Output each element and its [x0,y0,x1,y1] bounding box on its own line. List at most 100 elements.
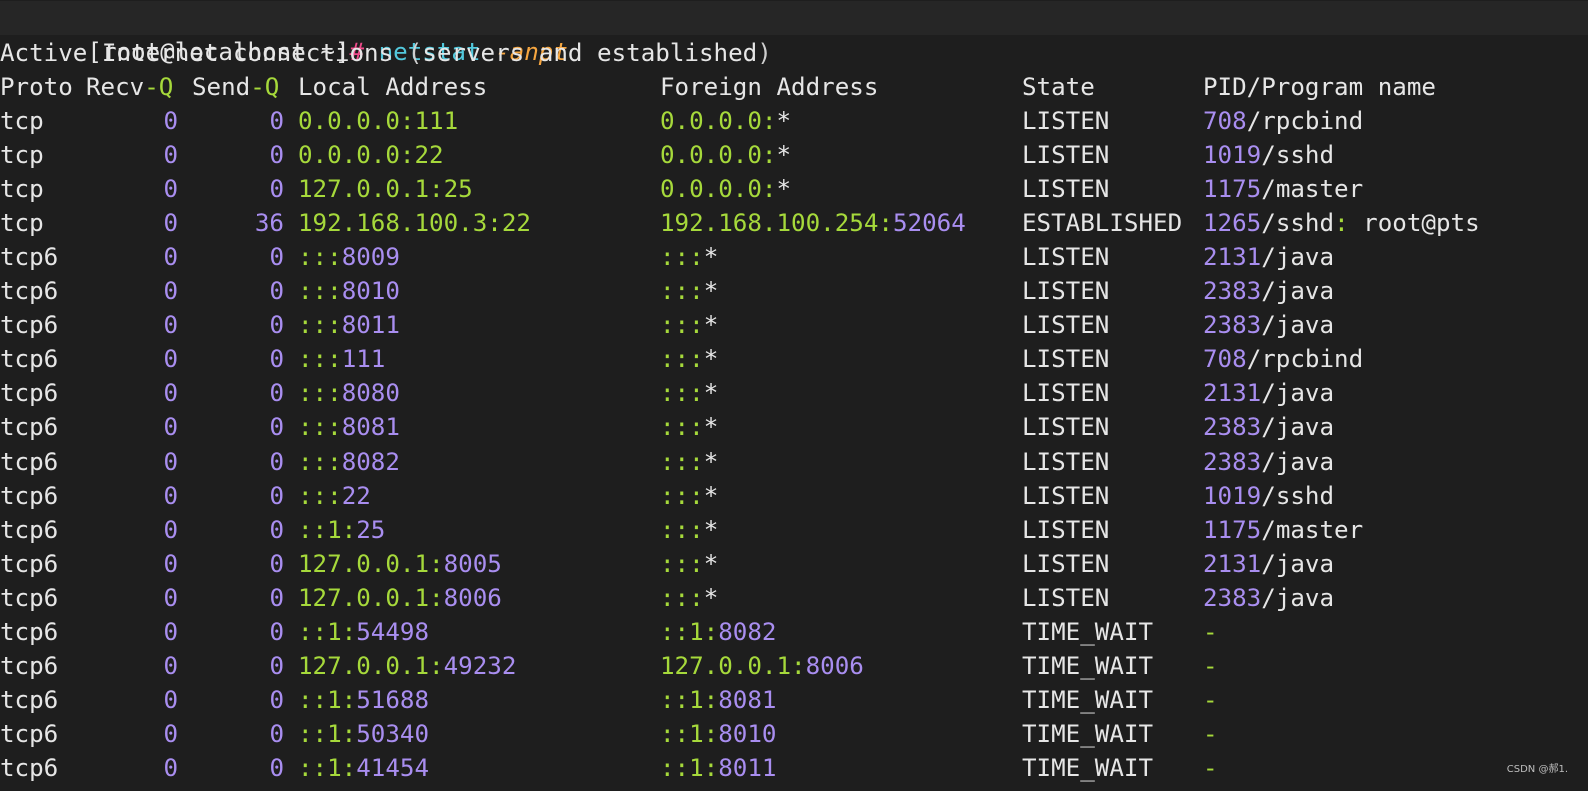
cell-state: LISTEN [1022,583,1110,612]
pid-separator: - [1203,617,1218,646]
local-address-ip: ::: [298,345,342,374]
cell-proto: tcp [0,107,44,135]
foreign-address-ip: 192.168.100.254: [660,209,893,238]
cell-state: LISTEN [1022,481,1110,510]
cell-state: LISTEN [1022,107,1110,135]
cell-proto: tcp6 [0,481,59,510]
local-address-ip: 0.0.0.0:22 [298,141,444,170]
cell-recvq: 0 [163,141,178,170]
table-row: tcp6 0 0:::111:::* LISTEN 708/rpcbind [0,342,1588,376]
cell-local-address: ::1:51688 [298,683,429,717]
local-address-port: 111 [341,345,386,374]
header-sendq: Send-Q [192,70,279,104]
foreign-address-ip: ::1: [660,617,719,646]
table-row: tcp 0 0 0.0.0.0:22 0.0.0.0:* LISTEN 1019/sshd [0,138,1588,172]
pid-value: 2383 [1203,277,1262,306]
foreign-address-ip: ::: [660,515,704,544]
cell-local-address: :::8082 [298,445,400,479]
pid-separator: / [1261,447,1276,476]
cell-local-address: :::22 [298,479,371,513]
cell-pid-program: - [1203,649,1218,683]
local-address-port: 49232 [443,651,517,680]
local-address-ip: ::: [298,311,342,340]
cell-proto: tcp6 [0,243,59,272]
local-address-ip: ::1: [298,719,357,748]
cell-recvq: 0 [163,481,178,510]
program-name: sshd [1275,141,1335,170]
cell-recvq: 0 [163,345,178,374]
table-row: tcp6 0 0 127.0.0.1:49232 127.0.0.1:8006 TIME_… [0,649,1588,683]
cell-sendq: 0 [269,583,284,612]
cell-sendq: 36 [254,209,284,238]
header-sendq-a: Send [192,73,251,101]
local-address-ip: 192.168.100.3:22 [298,209,531,238]
header-local-address: Local Address [298,73,488,101]
cell-pid-program: - [1203,717,1218,751]
cell-state: TIME_WAIT [1022,753,1154,782]
foreign-address-port: * [703,311,719,340]
foreign-address-ip: 127.0.0.1: [660,651,806,680]
cell-pid-program: - [1203,683,1218,717]
banner-inner: servers and established [422,39,758,67]
cell-recvq: 0 [163,175,178,204]
local-address-ip: 127.0.0.1: [298,651,444,680]
pid-separator: / [1261,277,1276,306]
cell-foreign-address: :::* [660,274,718,308]
foreign-address-port: * [703,515,719,544]
cell-sendq: 0 [269,345,284,374]
foreign-address-ip: ::: [660,447,704,476]
local-address-ip: 127.0.0.1:25 [298,175,473,204]
table-row: tcp6 0 0:::8011:::* LISTEN 2383/java [0,308,1588,342]
cell-pid-program: 1175/master [1203,172,1363,206]
cell-sendq: 0 [269,481,284,510]
cell-local-address: ::1:50340 [298,717,429,751]
cell-proto: tcp6 [0,447,59,476]
cell-state: LISTEN [1022,345,1110,374]
pid-separator: / [1261,379,1276,408]
cell-local-address: 0.0.0.0:22 [298,138,444,172]
watermark: CSDN @郝1. [1506,764,1568,775]
table-row: tcp6 0 0::1:41454::1:8011 TIME_WAIT - [0,751,1588,785]
cell-sendq: 0 [269,549,284,578]
pid-separator: / [1261,311,1276,340]
cell-state: TIME_WAIT [1022,719,1154,748]
pid-value: 708 [1203,107,1247,135]
local-address-port: 8081 [341,413,400,442]
foreign-address-port: * [776,141,792,170]
foreign-address-port: * [703,583,719,612]
cell-state: LISTEN [1022,311,1110,340]
cell-pid-program: - [1203,615,1218,649]
cell-state: LISTEN [1022,141,1110,170]
cell-proto: tcp6 [0,379,59,408]
foreign-address-ip: ::: [660,243,704,272]
cell-pid-program: 2383/java [1203,274,1334,308]
cell-recvq: 0 [163,719,178,748]
program-name: master [1275,515,1364,544]
header-sendq-b: -Q [250,73,280,101]
cell-pid-program: 2383/java [1203,445,1334,479]
header-foreign-address: Foreign Address [660,73,879,101]
foreign-address-port: 8082 [718,617,777,646]
terminal-window[interactable]: [root@localhost ~]# netstat -anpt Active… [0,0,1588,791]
pid-separator: - [1203,651,1218,680]
cell-proto: tcp6 [0,617,59,646]
foreign-address-ip: ::: [660,379,704,408]
program-name-part: sshd [1275,209,1335,238]
local-address-port: 8082 [341,447,400,476]
cell-recvq: 0 [163,753,178,782]
cell-foreign-address: :::* [660,581,718,615]
header-pid-program: PID/Program name [1203,73,1436,101]
local-address-port: 8011 [341,311,400,340]
program-name: java [1275,447,1335,476]
pid-value: 2131 [1203,549,1262,578]
table-row: tcp6 0 0::1:50340::1:8010 TIME_WAIT - [0,717,1588,751]
cell-proto: tcp6 [0,277,59,306]
foreign-address-ip: ::1: [660,753,719,782]
cell-foreign-address: :::* [660,342,718,376]
pid-separator: / [1261,549,1276,578]
pid-value: 1265 [1203,209,1262,238]
cell-state: TIME_WAIT [1022,685,1154,714]
local-address-port: 25 [356,515,386,544]
local-address-port: 8005 [443,549,502,578]
foreign-address-ip: ::1: [660,685,719,714]
